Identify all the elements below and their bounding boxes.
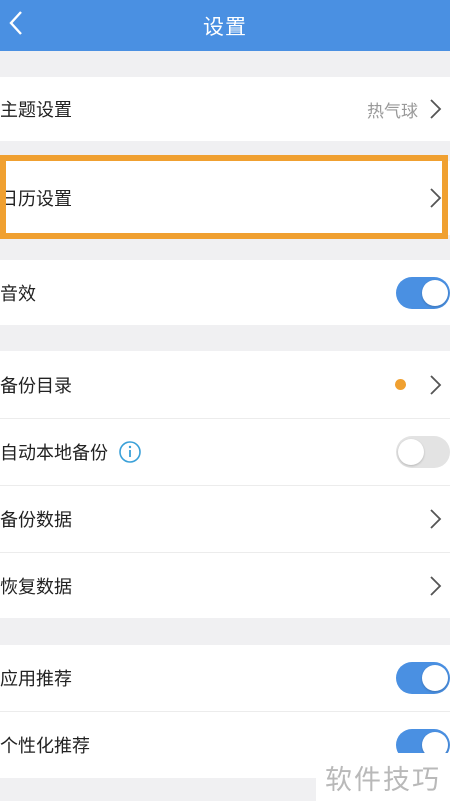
page-title: 设置	[203, 14, 247, 39]
app-recommend-label: 应用推荐	[0, 669, 72, 690]
theme-value: 热气球	[367, 101, 418, 122]
chevron-left-icon	[9, 11, 22, 35]
nav-bar: 设置	[0, 0, 450, 51]
auto-local-backup-toggle[interactable]	[396, 436, 450, 468]
watermark: 软件技巧	[316, 753, 450, 801]
chevron-right-icon	[430, 99, 442, 119]
personal-recommend-label: 个性化推荐	[0, 736, 90, 757]
calendar-settings-label: 日历设置	[0, 189, 72, 210]
auto-local-backup-label: 自动本地备份	[0, 443, 108, 464]
toggle-knob	[422, 279, 448, 306]
notification-dot	[395, 379, 406, 390]
toggle-knob	[398, 439, 424, 465]
backup-data-row[interactable]: 备份数据	[0, 486, 450, 552]
app-recommend-toggle[interactable]	[396, 662, 450, 694]
chevron-right-icon	[430, 575, 442, 596]
backup-directory-row[interactable]: 备份目录	[0, 351, 450, 418]
chevron-right-icon	[430, 374, 442, 395]
theme-settings-row[interactable]: 主题设置 热气球	[0, 77, 450, 141]
sound-effects-row: 音效	[0, 260, 450, 325]
auto-local-backup-row: 自动本地备份	[0, 419, 450, 485]
chevron-right-icon	[430, 509, 442, 529]
chevron-right-icon	[430, 188, 442, 208]
theme-settings-label: 主题设置	[0, 100, 72, 121]
calendar-settings-row[interactable]: 日历设置	[0, 161, 450, 235]
sound-effects-toggle[interactable]	[396, 276, 450, 309]
back-button[interactable]	[4, 8, 28, 38]
sound-effects-label: 音效	[0, 283, 36, 305]
backup-directory-label: 备份目录	[0, 375, 72, 397]
app-recommend-row: 应用推荐	[0, 645, 450, 711]
restore-data-row[interactable]: 恢复数据	[0, 553, 450, 618]
restore-data-label: 恢复数据	[0, 576, 72, 598]
watermark-text: 软件技巧	[325, 764, 441, 796]
info-icon[interactable]	[118, 440, 142, 464]
backup-data-label: 备份数据	[0, 510, 72, 531]
toggle-knob	[422, 665, 448, 691]
